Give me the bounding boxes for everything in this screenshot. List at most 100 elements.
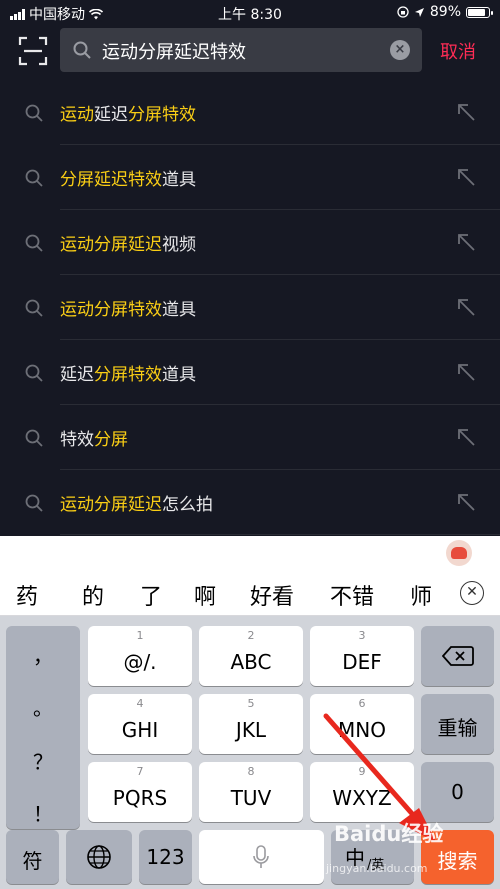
candidate-bar: ✕ 药 的 了啊 好看 不错 师 bbox=[0, 570, 500, 616]
search-key-label: 搜索 bbox=[437, 849, 478, 873]
candidate-word[interactable]: 的 bbox=[82, 579, 104, 611]
key-main: JKL bbox=[235, 718, 267, 742]
suggestion-plain: 视频 bbox=[162, 235, 196, 255]
suggestion-plain: 延迟 bbox=[60, 365, 94, 385]
search-icon bbox=[24, 103, 44, 123]
fill-query-arrow-icon[interactable] bbox=[456, 362, 476, 382]
key-main: TUV bbox=[230, 786, 272, 810]
fill-query-arrow-icon[interactable] bbox=[456, 492, 476, 512]
key-main: MNO bbox=[338, 718, 386, 742]
key-sub: 2 bbox=[247, 629, 255, 642]
search-icon bbox=[24, 168, 44, 188]
search-icon bbox=[73, 41, 91, 59]
candidate-word[interactable]: 啊 bbox=[194, 579, 216, 611]
search-icon bbox=[24, 298, 44, 318]
candidate-word[interactable]: 药 bbox=[16, 579, 38, 611]
search-icon bbox=[24, 493, 44, 513]
globe-button[interactable] bbox=[66, 830, 132, 884]
fill-query-arrow-icon[interactable] bbox=[456, 297, 476, 317]
globe-icon bbox=[87, 845, 111, 869]
candidate-word[interactable]: 好看 bbox=[250, 579, 294, 611]
key-sub: 6 bbox=[358, 697, 366, 710]
suggestion-item[interactable]: 分屏延迟特效道具 bbox=[0, 145, 500, 210]
punctuation-column: ， 。 ？ ！ bbox=[6, 626, 80, 829]
status-bar: 中国移动 上午 8:30 89% bbox=[0, 0, 500, 26]
suggestion-item[interactable]: 运动分屏延迟怎么拍 bbox=[0, 470, 500, 535]
orientation-lock-icon bbox=[397, 6, 409, 18]
battery-icon bbox=[466, 6, 493, 18]
key-sub: 5 bbox=[247, 697, 255, 710]
keyboard-avatar-icon[interactable] bbox=[446, 540, 472, 566]
suggestion-item[interactable]: 运动延迟分屏特效 bbox=[0, 80, 500, 145]
key-1[interactable]: 1 @/. bbox=[88, 626, 192, 686]
suggestion-plain: 道具 bbox=[162, 300, 196, 320]
keyboard: ， 。 ？ ！ 1 @/. 2 ABC 3 DEF 4 GHI 5 JKL 6 … bbox=[0, 616, 500, 889]
key-8[interactable]: 8 TUV bbox=[199, 762, 303, 822]
key-main: PQRS bbox=[112, 786, 168, 810]
language-switch-button[interactable]: 中 /英 bbox=[331, 830, 414, 884]
key-0[interactable]: 0 bbox=[421, 762, 494, 822]
candidate-word[interactable]: 了 bbox=[140, 579, 162, 611]
suggestion-plain: 特效 bbox=[60, 430, 94, 450]
zero-label: 0 bbox=[451, 780, 464, 804]
suggestion-item[interactable]: 特效分屏 bbox=[0, 405, 500, 470]
search-query[interactable]: 运动分屏延迟特效 bbox=[102, 38, 246, 64]
retype-label: 重输 bbox=[437, 716, 478, 740]
suggestion-item[interactable]: 运动分屏延迟视频 bbox=[0, 210, 500, 275]
retype-button[interactable]: 重输 bbox=[421, 694, 494, 754]
key-9[interactable]: 9 WXYZ bbox=[310, 762, 414, 822]
suggestion-text: 延迟分屏特效道具 bbox=[60, 360, 196, 385]
key-main: WXYZ bbox=[332, 786, 392, 810]
suggestion-highlight: 分屏特效 bbox=[94, 365, 162, 385]
key-sub: 3 bbox=[358, 629, 366, 642]
fill-query-arrow-icon[interactable] bbox=[456, 232, 476, 252]
clear-icon[interactable]: × bbox=[390, 40, 410, 60]
key-2[interactable]: 2 ABC bbox=[199, 626, 303, 686]
key-sub: 8 bbox=[247, 765, 255, 778]
symbol-label: 符 bbox=[22, 849, 43, 873]
punctuation-key[interactable]: 。 bbox=[6, 692, 80, 721]
punctuation-key[interactable]: ， bbox=[6, 640, 80, 669]
punctuation-key[interactable]: ？ bbox=[6, 746, 80, 775]
number-button[interactable]: 123 bbox=[139, 830, 192, 884]
voice-button[interactable] bbox=[199, 830, 324, 884]
suggestion-highlight: 分屏特效 bbox=[128, 105, 196, 125]
suggestion-highlight: 分屏延迟特效 bbox=[60, 170, 162, 190]
key-main: @/. bbox=[123, 650, 157, 674]
key-4[interactable]: 4 GHI bbox=[88, 694, 192, 754]
search-key[interactable]: 搜索 bbox=[421, 830, 494, 884]
key-main: DEF bbox=[342, 650, 382, 674]
scan-icon[interactable] bbox=[18, 36, 48, 66]
suggestion-item[interactable]: 运动分屏特效道具 bbox=[0, 275, 500, 340]
symbol-button[interactable]: 符 bbox=[6, 830, 59, 884]
suggestion-text: 运动分屏特效道具 bbox=[60, 295, 196, 320]
suggestion-item[interactable]: 延迟分屏特效道具 bbox=[0, 340, 500, 405]
cancel-button[interactable]: 取消 bbox=[440, 38, 476, 64]
key-3[interactable]: 3 DEF bbox=[310, 626, 414, 686]
close-candidates-icon[interactable]: ✕ bbox=[460, 581, 484, 605]
suggestion-highlight: 运动分屏特效 bbox=[60, 300, 162, 320]
suggestion-text: 运动分屏延迟怎么拍 bbox=[60, 490, 213, 515]
fill-query-arrow-icon[interactable] bbox=[456, 427, 476, 447]
backspace-button[interactable] bbox=[421, 626, 494, 686]
fill-query-arrow-icon[interactable] bbox=[456, 167, 476, 187]
suggestion-list: 运动延迟分屏特效 分屏延迟特效道具 运动分屏延迟视频 运动分屏特效道具 延迟分屏特效道具… bbox=[0, 80, 500, 535]
suggestion-highlight: 运动 bbox=[60, 105, 94, 125]
key-7[interactable]: 7 PQRS bbox=[88, 762, 192, 822]
search-icon bbox=[24, 233, 44, 253]
key-6[interactable]: 6 MNO bbox=[310, 694, 414, 754]
punctuation-key[interactable]: ！ bbox=[6, 798, 80, 827]
candidate-word[interactable]: 师 bbox=[410, 579, 432, 611]
status-right: 89% bbox=[397, 4, 493, 20]
search-input[interactable]: 运动分屏延迟特效 × bbox=[60, 28, 422, 72]
candidate-word[interactable]: 不错 bbox=[330, 579, 374, 611]
suggestion-text: 运动延迟分屏特效 bbox=[60, 100, 196, 125]
suggestion-text: 特效分屏 bbox=[60, 425, 128, 450]
key-5[interactable]: 5 JKL bbox=[199, 694, 303, 754]
key-sub: 7 bbox=[136, 765, 144, 778]
suggestion-plain: 道具 bbox=[162, 170, 196, 190]
suggestion-text: 运动分屏延迟视频 bbox=[60, 230, 196, 255]
backspace-icon bbox=[442, 646, 474, 666]
fill-query-arrow-icon[interactable] bbox=[456, 102, 476, 122]
key-sub: 1 bbox=[136, 629, 144, 642]
